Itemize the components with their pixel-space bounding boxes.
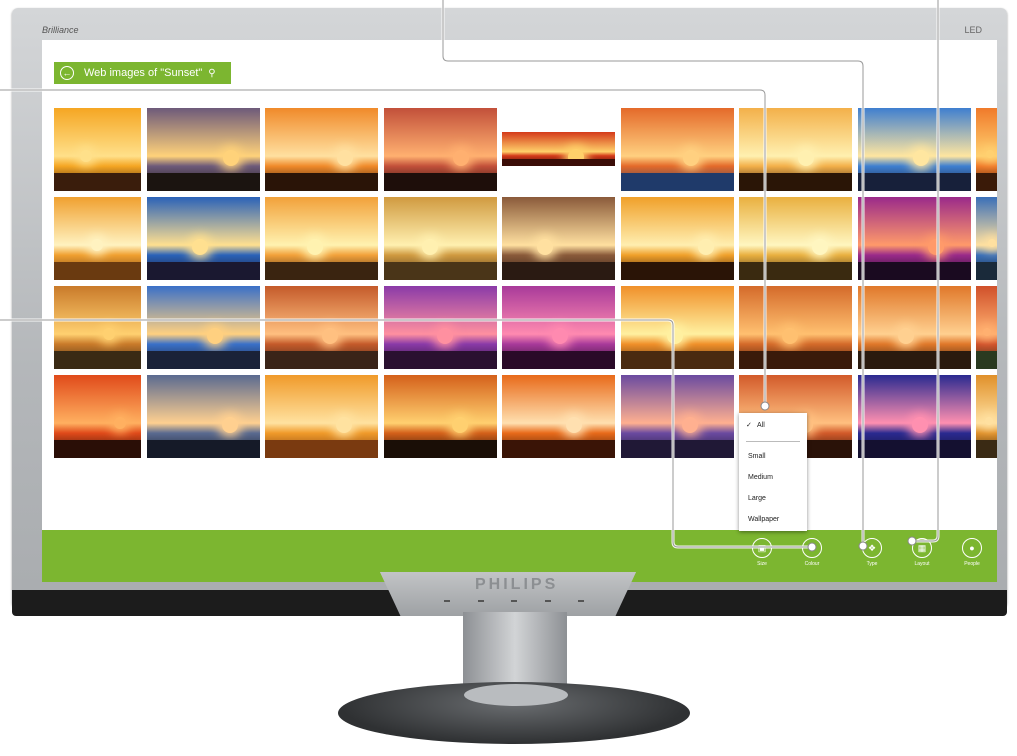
image-thumbnail[interactable] [976,108,997,191]
image-thumbnail[interactable] [858,197,971,280]
image-thumbnail[interactable] [858,375,971,458]
menu-item-label: Small [748,453,766,460]
people-icon: ● [962,538,982,558]
image-thumbnail[interactable] [502,197,615,280]
image-thumbnail[interactable] [621,108,734,191]
image-thumbnail[interactable] [621,197,734,280]
menu-item-label: Medium [748,474,773,481]
monitor-controls [444,600,584,602]
image-thumbnail[interactable] [739,286,852,369]
image-thumbnail[interactable] [265,375,378,458]
back-arrow-icon[interactable]: ← [60,66,74,80]
image-thumbnail[interactable] [54,375,141,458]
search-icon[interactable]: ⚲ [208,68,215,79]
stand-ring [464,684,568,706]
size-button[interactable]: ▣ Size [740,538,784,567]
image-thumbnail[interactable] [621,286,734,369]
image-thumbnail[interactable] [147,286,260,369]
search-title-bar[interactable]: ← Web images of "Sunset" ⚲ [54,62,231,84]
colour-icon: ◐ [802,538,822,558]
monitor-bezel: Brilliance LED ← Web images of "Sunset" … [12,8,1007,608]
control-button[interactable] [477,600,484,602]
image-thumbnail[interactable] [147,108,260,191]
image-thumbnail[interactable] [858,108,971,191]
menu-divider [746,441,800,442]
control-button[interactable] [444,600,450,602]
image-thumbnail[interactable] [976,375,997,458]
image-thumbnail[interactable] [976,286,997,369]
image-thumbnail[interactable] [265,108,378,191]
type-button[interactable]: ❖ Type [850,538,894,567]
control-button[interactable] [544,600,551,602]
type-label: Type [866,561,878,567]
screen: ← Web images of "Sunset" ⚲ ▣ Size ◐ Colo… [42,40,997,582]
layout-button[interactable]: ▦ Layout [900,538,944,567]
layout-icon: ▦ [912,538,932,558]
image-thumbnail[interactable] [54,197,141,280]
size-label: Size [757,561,767,567]
menu-item-label: Large [748,495,766,502]
image-thumbnail[interactable] [858,286,971,369]
image-thumbnail[interactable] [384,286,497,369]
image-thumbnail[interactable] [739,197,852,280]
image-thumbnail[interactable] [265,286,378,369]
control-button[interactable] [578,600,584,602]
size-icon: ▣ [752,538,772,558]
image-thumbnail[interactable] [739,108,852,191]
image-thumbnail[interactable] [54,286,141,369]
size-filter-menu: ✓ All Small Medium Large Wallpaper [739,413,807,531]
image-thumbnail[interactable] [147,375,260,458]
image-thumbnail[interactable] [265,197,378,280]
image-thumbnail[interactable] [502,132,615,166]
brand-label: Brilliance [42,25,79,35]
image-thumbnail[interactable] [384,197,497,280]
image-thumbnail[interactable] [54,108,141,191]
menu-item-wallpaper[interactable]: Wallpaper [739,513,807,527]
led-label: LED [964,25,982,35]
page-title: Web images of "Sunset" [84,67,203,79]
stand-neck [463,612,567,692]
colour-button[interactable]: ◐ Colour [790,538,834,567]
image-thumbnail[interactable] [502,286,615,369]
menu-item-label: Wallpaper [748,516,780,523]
image-thumbnail[interactable] [976,197,997,280]
image-thumbnail[interactable] [502,375,615,458]
menu-item-all[interactable]: ✓ All [739,419,807,433]
menu-item-large[interactable]: Large [739,492,807,506]
image-thumbnail[interactable] [384,108,497,191]
colour-label: Colour [804,561,820,567]
menu-item-label: All [757,422,765,429]
image-thumbnail[interactable] [621,375,734,458]
philips-logo: PHILIPS [475,576,559,593]
image-thumbnail[interactable] [384,375,497,458]
image-thumbnail[interactable] [147,197,260,280]
people-label: People [964,561,980,567]
checkmark-icon: ✓ [746,422,752,429]
type-icon: ❖ [862,538,882,558]
menu-item-small[interactable]: Small [739,450,807,464]
menu-item-medium[interactable]: Medium [739,471,807,485]
people-button[interactable]: ● People [950,538,994,567]
control-button[interactable] [511,600,517,602]
layout-label: Layout [914,561,930,567]
